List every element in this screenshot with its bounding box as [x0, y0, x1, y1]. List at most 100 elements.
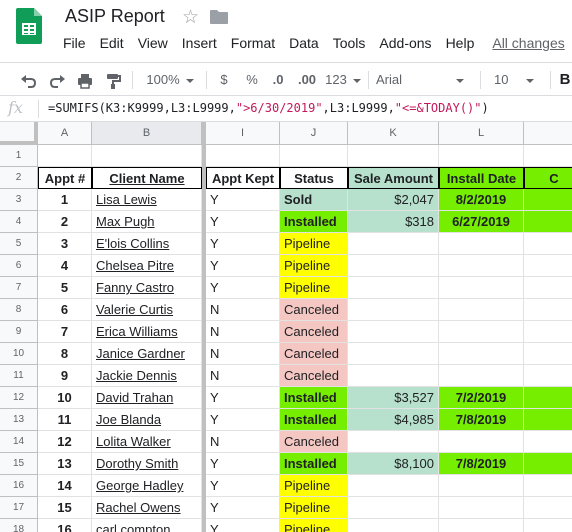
status-cell[interactable]: Installed [280, 453, 348, 475]
row-header[interactable]: 12 [0, 387, 38, 409]
empty-cell[interactable] [439, 145, 524, 167]
install-date-cell[interactable]: 7/8/2019 [439, 409, 524, 431]
appt-number-cell[interactable]: 7 [38, 321, 92, 343]
empty-cell[interactable] [524, 277, 572, 299]
sale-amount-cell[interactable]: $4,985 [348, 409, 439, 431]
status-cell[interactable]: Pipeline [280, 255, 348, 277]
client-name-cell[interactable]: Lolita Walker [92, 431, 202, 453]
font-select[interactable]: Arial [376, 63, 472, 97]
sale-amount-cell[interactable] [348, 233, 439, 255]
header-cell-m[interactable]: C [524, 167, 572, 189]
appt-number-cell[interactable]: 9 [38, 365, 92, 387]
client-name-cell[interactable]: Valerie Curtis [92, 299, 202, 321]
status-cell[interactable]: Pipeline [280, 277, 348, 299]
empty-cell[interactable] [524, 255, 572, 277]
column-header-i[interactable]: I [206, 122, 280, 145]
column-header-b[interactable]: B [92, 122, 202, 145]
empty-cell[interactable] [524, 233, 572, 255]
appt-number-cell[interactable]: 12 [38, 431, 92, 453]
row-header[interactable]: 4 [0, 211, 38, 233]
row-header[interactable]: 5 [0, 233, 38, 255]
empty-cell[interactable] [524, 409, 572, 431]
star-icon[interactable]: ☆ [182, 6, 199, 29]
sale-amount-cell[interactable] [348, 519, 439, 532]
column-header-j[interactable]: J [280, 122, 348, 145]
install-date-cell[interactable] [439, 277, 524, 299]
client-name-cell[interactable]: Jackie Dennis [92, 365, 202, 387]
install-date-cell[interactable] [439, 431, 524, 453]
empty-cell[interactable] [524, 211, 572, 233]
status-cell[interactable]: Canceled [280, 431, 348, 453]
appt-kept-cell[interactable]: Y [206, 211, 280, 233]
paint-format-button[interactable] [100, 63, 126, 97]
row-header[interactable]: 6 [0, 255, 38, 277]
install-date-cell[interactable] [439, 475, 524, 497]
status-cell[interactable]: Canceled [280, 365, 348, 387]
client-name-cell[interactable]: Erica Williams [92, 321, 202, 343]
menu-help[interactable]: Help [446, 34, 475, 52]
row-header[interactable]: 2 [0, 167, 38, 189]
column-header-m[interactable] [524, 122, 572, 145]
status-cell[interactable]: Pipeline [280, 519, 348, 532]
empty-cell[interactable] [38, 145, 92, 167]
menu-view[interactable]: View [138, 34, 168, 52]
last-edit-link[interactable]: All changes [492, 34, 564, 52]
header-cell-b[interactable]: Client Name [92, 167, 202, 189]
client-name-cell[interactable]: Chelsea Pitre [92, 255, 202, 277]
row-header[interactable]: 14 [0, 431, 38, 453]
status-cell[interactable]: Sold [280, 189, 348, 211]
row-header[interactable]: 7 [0, 277, 38, 299]
sale-amount-cell[interactable] [348, 497, 439, 519]
sheets-logo-icon[interactable] [16, 8, 42, 44]
header-cell-i[interactable]: Appt Kept [206, 167, 280, 189]
appt-kept-cell[interactable]: Y [206, 255, 280, 277]
appt-number-cell[interactable]: 4 [38, 255, 92, 277]
font-size-select[interactable]: 10 [488, 63, 542, 97]
client-name-cell[interactable]: David Trahan [92, 387, 202, 409]
header-cell-a[interactable]: Appt # [38, 167, 92, 189]
sale-amount-cell[interactable] [348, 431, 439, 453]
status-cell[interactable]: Canceled [280, 299, 348, 321]
select-all-corner[interactable] [0, 122, 38, 145]
empty-cell[interactable] [524, 365, 572, 387]
empty-cell[interactable] [92, 145, 202, 167]
appt-kept-cell[interactable]: N [206, 365, 280, 387]
appt-kept-cell[interactable]: Y [206, 453, 280, 475]
menu-format[interactable]: Format [231, 34, 275, 52]
menu-edit[interactable]: Edit [100, 34, 124, 52]
appt-kept-cell[interactable]: Y [206, 519, 280, 532]
empty-cell[interactable] [280, 145, 348, 167]
appt-kept-cell[interactable]: Y [206, 233, 280, 255]
row-header[interactable]: 11 [0, 365, 38, 387]
install-date-cell[interactable] [439, 255, 524, 277]
appt-kept-cell[interactable]: Y [206, 189, 280, 211]
install-date-cell[interactable] [439, 497, 524, 519]
freeze-divider[interactable] [202, 122, 206, 532]
install-date-cell[interactable]: 8/2/2019 [439, 189, 524, 211]
appt-number-cell[interactable]: 13 [38, 453, 92, 475]
menu-insert[interactable]: Insert [182, 34, 217, 52]
header-cell-j[interactable]: Status [280, 167, 348, 189]
folder-icon[interactable] [210, 10, 228, 24]
empty-cell[interactable] [524, 453, 572, 475]
row-header[interactable]: 18 [0, 519, 38, 532]
appt-kept-cell[interactable]: N [206, 431, 280, 453]
row-header[interactable]: 3 [0, 189, 38, 211]
appt-number-cell[interactable]: 5 [38, 277, 92, 299]
appt-kept-cell[interactable]: N [206, 321, 280, 343]
row-header[interactable]: 15 [0, 453, 38, 475]
appt-kept-cell[interactable]: Y [206, 277, 280, 299]
print-button[interactable] [72, 63, 98, 97]
client-name-cell[interactable]: Max Pugh [92, 211, 202, 233]
status-cell[interactable]: Canceled [280, 321, 348, 343]
sale-amount-cell[interactable] [348, 365, 439, 387]
appt-number-cell[interactable]: 3 [38, 233, 92, 255]
column-header-l[interactable]: L [439, 122, 524, 145]
empty-cell[interactable] [524, 145, 572, 167]
sale-amount-cell[interactable] [348, 277, 439, 299]
empty-cell[interactable] [524, 387, 572, 409]
empty-cell[interactable] [348, 145, 439, 167]
sale-amount-cell[interactable] [348, 475, 439, 497]
row-header[interactable]: 1 [0, 145, 38, 167]
row-header[interactable]: 16 [0, 475, 38, 497]
